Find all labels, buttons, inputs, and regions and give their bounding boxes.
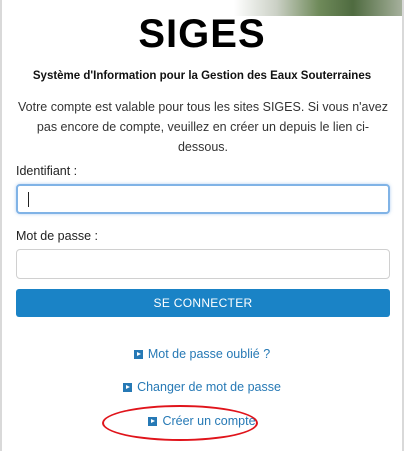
login-button[interactable]: SE CONNECTER — [16, 289, 390, 317]
intro-text: Votre compte est valable pour tous les s… — [18, 100, 388, 154]
highlight-ellipse — [102, 405, 258, 441]
change-password-label: Changer de mot de passe — [137, 380, 281, 394]
password-input[interactable] — [16, 249, 390, 279]
text-caret — [28, 192, 29, 207]
page-subtitle: Système d'Information pour la Gestion de… — [32, 70, 372, 82]
username-input[interactable] — [16, 184, 390, 214]
username-label: Identifiant : — [16, 164, 78, 178]
change-password-link[interactable]: Changer de mot de passe — [0, 380, 404, 394]
forgot-password-link[interactable]: Mot de passe oublié ? — [0, 347, 404, 361]
password-label: Mot de passe : — [16, 229, 98, 243]
caret-right-square-icon — [133, 350, 143, 359]
caret-right-square-icon — [123, 383, 133, 392]
forgot-password-label: Mot de passe oublié ? — [147, 347, 271, 361]
siges-logo: SIGES — [138, 12, 266, 56]
